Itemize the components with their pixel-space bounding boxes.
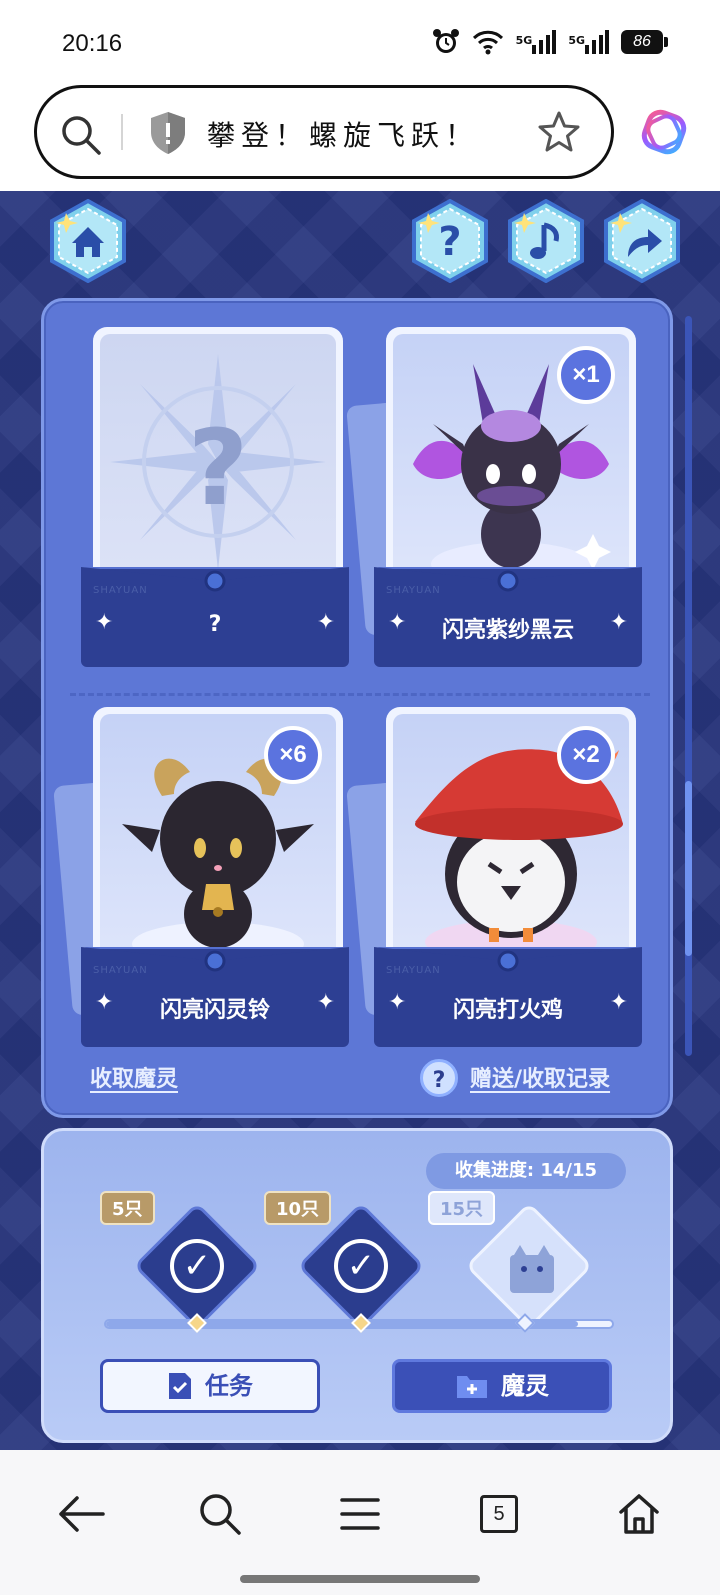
signal-2: 5G [568,29,609,55]
battery-tip [664,37,668,47]
alarm-icon [432,29,459,53]
sparkle-icon: ✦ [609,990,628,1015]
signal-bars-icon [585,30,609,54]
search-nav-button[interactable] [190,1484,250,1544]
signal-bars-icon [532,30,557,54]
game-area: ? ? SHAYUAN ✦ ? ✦ ×1 SHAYUAN ✦ 闪亮紫纱黑云 ✦ … [0,191,720,1450]
status-time: 20:16 [62,30,123,57]
records-help-icon[interactable]: ? [420,1059,458,1097]
home-button[interactable] [46,199,130,283]
card-stamp: SHAYUAN [93,965,148,976]
task-tab-button[interactable]: 任务 [100,1359,320,1413]
address-bar[interactable]: 攀登！螺旋飞跃！ [34,85,614,179]
card-name: ? [208,612,222,637]
unknown-mark: ? [187,407,249,529]
spirit-card-unknown[interactable]: ? SHAYUAN ✦ ? ✦ [81,327,349,671]
svg-text:?: ? [438,219,461,265]
spirit-tab-label: 魔灵 [501,1372,549,1400]
collection-progress-panel: 收集进度: 14/15 ✓ 5只 ✓ 10只 15只 任务 魔灵 [41,1128,673,1443]
card-name: 闪亮紫纱黑云 [441,618,574,643]
milestone-tag: 10只 [264,1191,332,1225]
spirit-tab-button[interactable]: 魔灵 [392,1359,612,1413]
collect-spirit-link[interactable]: 收取魔灵 [90,1061,178,1093]
count-badge: ×2 [557,726,615,784]
home-indicator [240,1575,480,1583]
spirit-card-bell-goat[interactable]: ×6 SHAYUAN ✦ 闪亮闪灵铃 ✦ [53,707,349,1051]
search-icon [200,1494,241,1535]
card-stamp: SHAYUAN [386,965,441,976]
app-logo-icon[interactable] [640,108,688,156]
check-icon: ✓ [334,1239,388,1293]
count-badge: ×1 [557,346,615,404]
sparkle-icon: ✦ [316,990,335,1015]
spirit-card-purple-cloud[interactable]: ×1 SHAYUAN ✦ 闪亮紫纱黑云 ✦ [346,327,642,671]
help-button[interactable]: ? [408,199,492,283]
bookmark-star-icon[interactable] [537,110,581,154]
wifi-icon [472,30,503,55]
shield-icon[interactable] [148,110,188,156]
address-divider [121,114,123,150]
task-tab-label: 任务 [205,1372,253,1400]
gift-box-icon [510,1245,554,1293]
check-icon: ✓ [170,1239,224,1293]
row-divider [70,693,650,696]
sparkle-icon: ✦ [316,610,335,635]
share-button[interactable] [600,199,684,283]
progress-fill [106,1321,579,1327]
back-button[interactable] [51,1484,111,1544]
gift-records-link[interactable]: 赠送/收取记录 [470,1061,610,1093]
progress-label: 收集进度: 14/15 [426,1153,626,1189]
music-button[interactable] [504,199,588,283]
battery-indicator: 86 [621,30,668,54]
card-stamp: SHAYUAN [386,585,441,596]
status-bar: 20:16 5G 5G 86 [0,0,720,84]
tab-count: 5 [480,1495,518,1533]
page-title: 攀登！螺旋飞跃！ [207,119,480,152]
battery-level: 86 [621,30,663,54]
folder-icon [457,1376,487,1398]
card-name: 闪亮闪灵铃 [159,998,270,1023]
hamburger-menu-icon [340,1498,380,1530]
scrollbar-thumb[interactable] [685,781,692,956]
milestone-tag: 15只 [428,1191,496,1225]
search-icon[interactable] [59,113,103,157]
card-name: 闪亮打火鸡 [452,998,563,1023]
home-icon [619,1494,659,1534]
milestone-tag: 5只 [100,1191,155,1225]
count-badge: ×6 [264,726,322,784]
sparkle-icon: ✦ [609,610,628,635]
tabs-button[interactable]: 5 [469,1484,529,1544]
task-document-icon [169,1373,191,1399]
back-arrow-icon [59,1496,105,1532]
browser-nav-bar: 5 [0,1450,720,1595]
card-stamp: SHAYUAN [93,585,148,596]
home-nav-button[interactable] [609,1484,669,1544]
spirit-card-fire-bird[interactable]: ×2 SHAYUAN ✦ 闪亮打火鸡 ✦ [346,707,642,1051]
signal-1: 5G [516,29,557,55]
menu-button[interactable] [330,1484,390,1544]
status-icons: 5G 5G 86 [432,28,668,56]
